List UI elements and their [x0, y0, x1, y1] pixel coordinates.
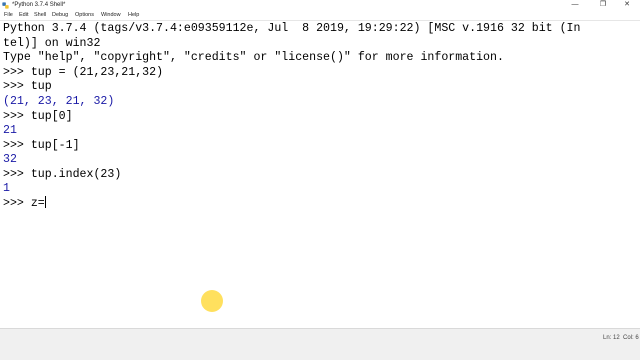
shell-prompt: >>> — [3, 197, 31, 210]
input-code: tup = (21,23,21,32) — [30, 66, 164, 79]
shell-prompt: >>> — [3, 139, 31, 152]
input-code: tup[0] — [30, 110, 73, 123]
input-line: >>> tup[0] — [3, 109, 73, 124]
output-line: 21 — [3, 124, 17, 137]
menu-shell[interactable]: Shell — [34, 11, 46, 20]
output-line: 1 — [3, 182, 10, 195]
status-bar: Ln: 12 Col: 6 — [0, 328, 640, 360]
current-input-line[interactable]: >>> z= — [3, 196, 46, 211]
input-code: tup.index(23) — [30, 168, 122, 181]
current-input[interactable]: z= — [31, 197, 45, 210]
banner-line: Python 3.7.4 (tags/v3.7.4:e09359112e, Ju… — [3, 22, 581, 35]
minimize-button[interactable]: — — [562, 0, 588, 10]
banner-line: tel)] on win32 — [3, 37, 101, 50]
maximize-button[interactable]: ❐ — [590, 0, 616, 10]
menu-bar: File Edit Shell Debug Options Window Hel… — [0, 11, 640, 21]
shell-prompt: >>> — [3, 80, 31, 93]
menu-edit[interactable]: Edit — [19, 11, 28, 20]
menu-file[interactable]: File — [4, 11, 13, 20]
window-title: *Python 3.7.4 Shell* — [12, 2, 66, 8]
line-number: Ln: 12 — [603, 335, 620, 341]
title-bar: *Python 3.7.4 Shell* — ❐ ✕ — [0, 0, 640, 11]
input-line: >>> tup = (21,23,21,32) — [3, 65, 163, 80]
text-cursor — [44, 196, 46, 208]
banner-line: Type "help", "copyright", "credits" or "… — [3, 51, 504, 64]
python-icon — [2, 2, 9, 9]
input-code: tup — [30, 80, 52, 93]
input-line: >>> tup[-1] — [3, 138, 80, 153]
idle-shell-window: *Python 3.7.4 Shell* — ❐ ✕ File Edit She… — [0, 0, 640, 360]
output-line: 32 — [3, 153, 17, 166]
input-line: >>> tup.index(23) — [3, 167, 121, 182]
menu-help[interactable]: Help — [128, 11, 139, 20]
column-number: Col: 6 — [623, 335, 639, 341]
output-line: (21, 23, 21, 32) — [3, 95, 115, 108]
input-code: tup[-1] — [30, 139, 80, 152]
shell-prompt: >>> — [3, 110, 31, 123]
menu-options[interactable]: Options — [75, 11, 94, 20]
shell-text-area[interactable]: Python 3.7.4 (tags/v3.7.4:e09359112e, Ju… — [0, 21, 640, 328]
menu-window[interactable]: Window — [101, 11, 121, 20]
shell-prompt: >>> — [3, 66, 31, 79]
menu-debug[interactable]: Debug — [52, 11, 68, 20]
shell-prompt: >>> — [3, 168, 31, 181]
close-button[interactable]: ✕ — [614, 0, 640, 10]
mouse-highlight — [201, 290, 223, 312]
input-line: >>> tup — [3, 79, 52, 94]
